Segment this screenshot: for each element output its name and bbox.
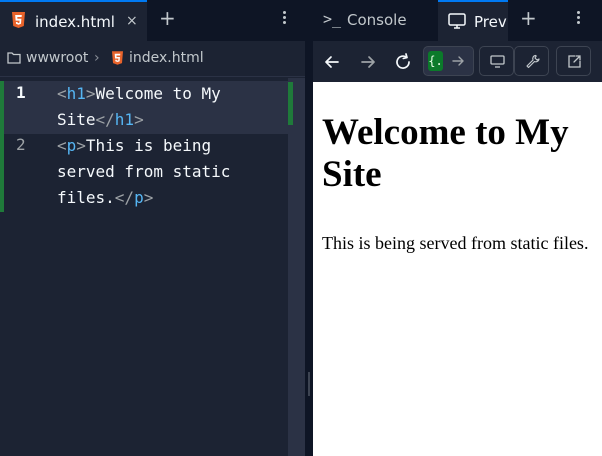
folder-icon xyxy=(7,52,21,64)
tag-name: h1 xyxy=(66,84,86,103)
wrench-icon xyxy=(526,54,540,69)
scrollbar-change-marker xyxy=(288,82,293,125)
code-text: Site xyxy=(57,110,96,129)
monitor-icon xyxy=(448,13,466,29)
more-vertical-icon[interactable] xyxy=(574,9,582,29)
page-paragraph: This is being served from static files. xyxy=(322,233,589,253)
arrow-left-icon[interactable] xyxy=(321,51,343,73)
tab-index-html[interactable]: index.html × xyxy=(0,0,147,41)
page-heading: Welcome to My Site xyxy=(322,112,569,195)
tag-bracket: </ xyxy=(114,188,135,207)
html5-file-icon xyxy=(12,12,25,28)
breadcrumb-file[interactable]: index.html xyxy=(129,50,204,66)
tab-console[interactable]: >_ Console xyxy=(313,0,438,41)
code-text: Welcome to My xyxy=(95,84,221,103)
external-link-icon xyxy=(568,55,581,68)
arrow-right-icon[interactable] xyxy=(357,51,379,73)
tab-label: Preview xyxy=(474,13,508,31)
code-text: served from static xyxy=(57,162,231,181)
editor-tabbar: index.html × + xyxy=(0,0,305,41)
devtools-button[interactable] xyxy=(514,46,549,76)
tag-name: h1 xyxy=(114,110,135,129)
line-number: 1 xyxy=(16,83,26,102)
tag-bracket: </ xyxy=(95,110,115,129)
preview-tabbar: >_ Console Preview + xyxy=(313,0,602,41)
code-line-1-wrap[interactable]: Site</h1> xyxy=(57,107,287,133)
line-number: 2 xyxy=(16,135,26,154)
git-added-indicator xyxy=(0,81,4,212)
arrow-right-icon[interactable] xyxy=(450,53,466,69)
code-line-2-wrap[interactable]: files.</p> xyxy=(57,185,287,211)
tab-label: index.html xyxy=(35,13,115,31)
breadcrumb-root[interactable]: wwwroot xyxy=(26,50,88,66)
tag-bracket: < xyxy=(57,84,67,103)
terminal-icon: >_ xyxy=(323,10,342,28)
refresh-icon[interactable] xyxy=(392,51,414,73)
more-vertical-icon[interactable] xyxy=(280,9,288,29)
webview-content[interactable]: Welcome to My Site This is being served … xyxy=(313,82,602,456)
code-line-2[interactable]: <p>This is being xyxy=(57,133,287,159)
tag-bracket: > xyxy=(76,136,86,155)
code-line-2-wrap[interactable]: served from static xyxy=(57,159,287,185)
code-editor[interactable]: 1 <h1>Welcome to My Site</h1> 2 <p>This … xyxy=(0,78,288,456)
tag-bracket: > xyxy=(85,84,96,103)
code-line-1[interactable]: <h1>Welcome to My xyxy=(57,81,287,107)
tag-bracket: < xyxy=(57,136,67,155)
tag-name: p xyxy=(66,136,77,155)
tab-label: Console xyxy=(347,11,407,29)
preview-pane: >_ Console Preview + {. xyxy=(313,0,602,456)
tag-bracket: > xyxy=(143,188,154,207)
tag-name: p xyxy=(134,188,144,207)
plus-icon[interactable]: + xyxy=(520,8,537,28)
editor-scrollbar[interactable] xyxy=(288,78,305,456)
tag-bracket: > xyxy=(134,110,144,129)
tab-preview[interactable]: Preview xyxy=(438,0,508,41)
code-text: This is being xyxy=(85,136,212,155)
resize-handle[interactable] xyxy=(308,372,310,396)
code-text: files. xyxy=(57,188,115,207)
url-badge: {. xyxy=(428,51,443,71)
devices-icon xyxy=(490,55,505,68)
devices-button[interactable] xyxy=(479,46,514,76)
close-icon[interactable]: × xyxy=(126,13,138,29)
html5-file-icon xyxy=(112,51,123,65)
open-new-tab-button[interactable] xyxy=(556,46,591,76)
editor-pane: index.html × + wwwroot › index.html 1 <h… xyxy=(0,0,305,456)
breadcrumb-separator: › xyxy=(94,50,100,66)
plus-icon[interactable]: + xyxy=(159,8,176,28)
